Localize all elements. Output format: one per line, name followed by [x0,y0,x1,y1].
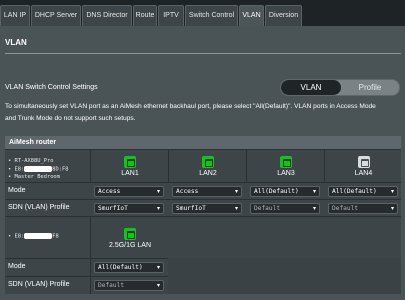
switch-control-label: VLAN Switch Control Settings [5,84,98,91]
vlan-panel: VLAN VLAN Switch Control Settings VLAN P… [0,26,405,300]
tab-diversion[interactable]: Diversion [265,5,302,26]
router-ports-row: • RT-AX88U_Pro • E8: 8D:F8 • Master Bedro… [5,149,401,182]
node-mode-label: Mode [8,263,26,270]
router-mac-prefix: • E8: [8,166,25,172]
tab-dns-director[interactable]: DNS Director [82,5,132,26]
node-mode-value: All(Default) [98,264,143,271]
chevron-down-icon: ▾ [390,205,394,212]
chevron-down-icon: ▾ [234,188,238,195]
lan4-mode-select[interactable]: All(Default) ▾ [328,186,398,197]
ethernet-port-icon [202,156,214,168]
port-lan2[interactable]: LAN2 [169,156,247,177]
node-profile-select[interactable]: Default ▾ [94,280,164,291]
lan1-profile-value: SmurfIoT [98,205,128,212]
lan3-mode-select[interactable]: All(Default) ▾ [250,186,320,197]
node-mac-suffix: F8 [52,233,59,240]
lan1-mode-value: Access [98,188,121,195]
port-cell-lan4: LAN4 [324,150,401,182]
chevron-down-icon: ▾ [156,282,160,289]
chevron-down-icon: ▾ [156,264,160,271]
router-info: • RT-AX88U_Pro • E8: 8D:F8 • Master Bedro… [8,158,68,181]
chevron-down-icon: ▾ [390,188,394,195]
lan2-profile-select[interactable]: SmurfIoT ▾ [172,203,242,214]
router-mac-suffix: 8D:F8 [52,166,69,172]
lan2-mode-select[interactable]: Access ▾ [172,186,242,197]
router-location: • Master Bedroom [8,173,60,180]
router-model: • RT-AX88U_Pro [8,158,54,164]
port-cell-node-lan: 2.5G/1G LAN [90,217,168,258]
lan3-mode-value: All(Default) [254,188,299,195]
lan3-profile-value: Default [254,205,281,212]
profile-label: SDN (VLAN) Profile [8,204,70,211]
port-cell-lan1: LAN1 [90,150,168,182]
tab-vlan[interactable]: VLAN [239,5,264,26]
lan4-mode-value: All(Default) [332,188,377,195]
lan1-profile-select[interactable]: SmurfIoT ▾ [94,203,164,214]
port-label: LAN4 [354,170,373,177]
aimesh-port-table: AiMesh router • RT-AX88U_Pro • E8: 8D:F8 … [5,136,401,294]
port-lan1[interactable]: LAN1 [91,156,169,177]
tab-lan-ip[interactable]: LAN IP [0,5,30,26]
chevron-down-icon: ▾ [234,205,238,212]
lan4-profile-value: Default [332,205,359,212]
mode-label: Mode [8,187,26,194]
chevron-down-icon: ▾ [156,188,160,195]
chevron-down-icon: ▾ [312,205,316,212]
port-label: LAN1 [121,170,139,177]
ethernet-port-icon [280,156,292,168]
tab-bar: LAN IP DHCP Server DNS Director Route IP… [0,0,405,26]
port-label: LAN3 [277,170,295,177]
info-line-2: and Trunk Mode do not support such setup… [5,115,136,122]
page-title: VLAN [5,38,27,47]
vlan-toggle-button[interactable]: VLAN [281,80,341,95]
port-lan3[interactable]: LAN3 [247,156,325,177]
redaction-mark [24,233,53,239]
info-line-1: To simultaneously set VLAN port as an Ai… [5,103,376,110]
title-divider [5,53,401,54]
port-lan4[interactable]: LAN4 [325,156,402,177]
node-ports-row: • E8: F8 2.5G/1G LAN [5,216,401,258]
lan1-mode-select[interactable]: Access ▾ [94,186,164,197]
profile-row: SDN (VLAN) Profile SmurfIoT ▾ SmurfIoT ▾ D… [5,199,401,216]
ethernet-port-icon [124,228,136,240]
node-profile-label: SDN (VLAN) Profile [8,281,70,288]
node-mac-prefix: • E8: [8,233,25,240]
chevron-down-icon: ▾ [156,205,160,212]
tab-switch-control[interactable]: Switch Control [185,5,238,26]
node-info: • E8: F8 [8,233,59,241]
table-title: AiMesh router [5,136,401,149]
port-label: LAN2 [199,170,217,177]
port-cell-lan2: LAN2 [168,150,246,182]
info-text: To simultaneously set VLAN port as an Ai… [5,101,401,125]
ethernet-port-icon [357,156,370,168]
lan2-mode-value: Access [176,188,199,195]
vlan-profile-toggle: VLAN Profile [280,79,400,96]
redaction-mark [24,165,53,172]
lan3-profile-select[interactable]: Default ▾ [250,203,320,214]
lan2-profile-value: SmurfIoT [176,205,206,212]
tab-route[interactable]: Route [133,5,157,26]
mode-row: Mode Access ▾ Access ▾ All(Default) ▾ All(D… [5,182,401,199]
node-profile-value: Default [98,282,125,289]
node-mode-row: Mode All(Default) ▾ [5,258,168,276]
port-label: 2.5G/1G LAN [108,242,152,249]
node-profile-row: SDN (VLAN) Profile Default ▾ [5,276,168,294]
ethernet-port-icon [124,156,136,168]
lan4-profile-select[interactable]: Default ▾ [328,203,398,214]
tab-iptv[interactable]: IPTV [158,5,184,26]
chevron-down-icon: ▾ [312,188,316,195]
profile-toggle-button[interactable]: Profile [341,80,399,95]
node-mode-select[interactable]: All(Default) ▾ [94,262,164,273]
port-node-lan[interactable]: 2.5G/1G LAN [91,228,169,249]
tab-dhcp-server[interactable]: DHCP Server [31,5,81,26]
router-mac: • E8: 8D:F8 [8,165,69,174]
port-cell-lan3: LAN3 [246,150,324,182]
